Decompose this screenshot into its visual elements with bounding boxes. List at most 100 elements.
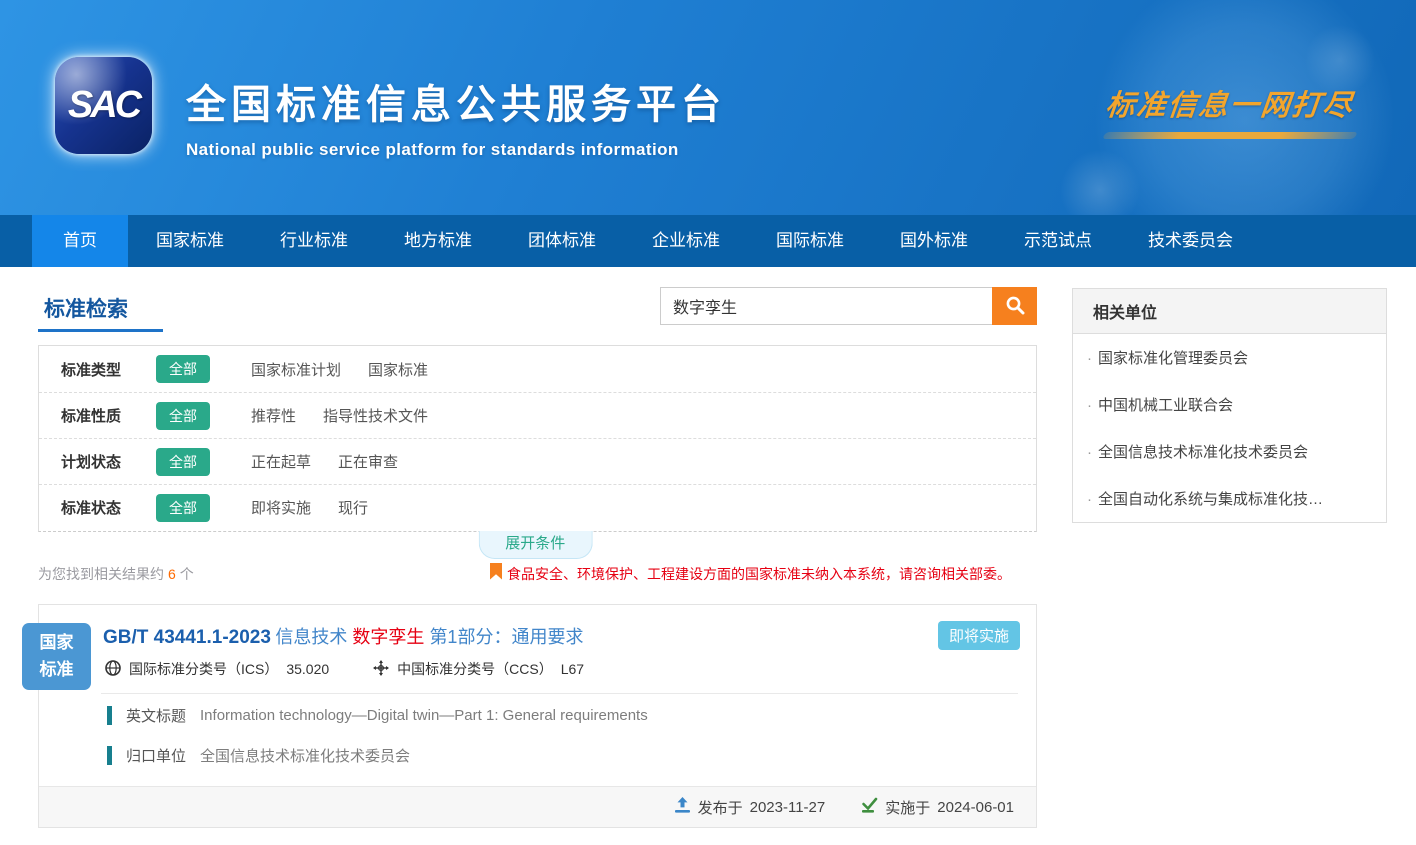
nav-item-industry-standards[interactable]: 行业标准 <box>252 215 376 267</box>
implement-label: 实施于 <box>885 797 930 818</box>
expand-conditions-button[interactable]: 展开条件 <box>478 531 592 559</box>
filter-all-button[interactable]: 全部 <box>156 494 210 522</box>
card-footer: 发布于 2023-11-27 实施于 2024-06-01 <box>39 786 1036 827</box>
search-icon <box>1004 294 1026 319</box>
english-title-row: 英文标题 Information technology—Digital twin… <box>107 705 648 726</box>
nav-item-local-standards[interactable]: 地方标准 <box>376 215 500 267</box>
globe-icon <box>105 660 121 679</box>
filter-all-button[interactable]: 全部 <box>156 355 210 383</box>
ics-label: 国际标准分类号（ICS） <box>129 659 278 679</box>
bookmark-icon <box>490 563 502 585</box>
filter-panel: 标准类型 全部 国家标准计划 国家标准 标准性质 全部 推荐性 指导性技术文件 … <box>38 345 1037 532</box>
header-slogan-block: 标准信息一网打尽 <box>1090 82 1370 139</box>
filter-option[interactable]: 即将实施 <box>251 497 311 518</box>
dept-value: 全国信息技术标准化技术委员会 <box>200 745 410 766</box>
nav-item-technical-committee[interactable]: 技术委员会 <box>1120 215 1261 267</box>
results-line: 为您找到相关结果约6个 食品安全、环境保护、工程建设方面的国家标准未纳入本系统，… <box>38 563 1037 585</box>
filter-row-standard-type: 标准类型 全部 国家标准计划 国家标准 <box>39 346 1036 392</box>
filter-option[interactable]: 国家标准计划 <box>251 359 341 380</box>
sidebar-item-machinery-federation[interactable]: · 中国机械工业联合会 <box>1073 381 1386 428</box>
sidebar-item-label: 全国信息技术标准化技术委员会 <box>1098 444 1308 461</box>
nav-item-national-standards[interactable]: 国家标准 <box>128 215 252 267</box>
implement-date: 2024-06-01 <box>937 799 1014 816</box>
filter-all-button[interactable]: 全部 <box>156 448 210 476</box>
filter-option[interactable]: 正在起草 <box>251 451 311 472</box>
nav-item-pilot[interactable]: 示范试点 <box>996 215 1120 267</box>
item-dot: · <box>1087 444 1092 461</box>
nav-item-international-standards[interactable]: 国际标准 <box>748 215 872 267</box>
attr-bar <box>107 706 112 725</box>
ccs-group: 中国标准分类号（CCS） L67 <box>373 659 584 679</box>
results-count-prefix: 为您找到相关结果约 <box>38 566 164 582</box>
standard-result-card: 国家 标准 GB/T 43441.1-2023 信息技术 数字孪生 第1部分：通… <box>38 604 1037 828</box>
nav-item-foreign-standards[interactable]: 国外标准 <box>872 215 996 267</box>
compass-icon <box>373 660 389 679</box>
main-nav: 首页 国家标准 行业标准 地方标准 团体标准 企业标准 国际标准 国外标准 示范… <box>0 215 1416 267</box>
item-dot: · <box>1087 397 1092 414</box>
filter-option[interactable]: 国家标准 <box>368 359 428 380</box>
badge-line1: 国家 <box>22 630 91 656</box>
implement-date-group: 实施于 2024-06-01 <box>861 797 1014 818</box>
sidebar-item-automation-systems[interactable]: · 全国自动化系统与集成标准化技… <box>1073 475 1386 522</box>
publish-date: 2023-11-27 <box>750 799 826 816</box>
filter-option[interactable]: 指导性技术文件 <box>323 405 428 426</box>
national-standard-badge[interactable]: 国家 标准 <box>22 623 91 690</box>
dept-row: 归口单位 全国信息技术标准化技术委员会 <box>107 745 410 766</box>
badge-line2: 标准 <box>22 657 91 683</box>
slogan-underline <box>1102 132 1358 139</box>
implement-check-icon <box>861 797 878 817</box>
nav-item-enterprise-standards[interactable]: 企业标准 <box>624 215 748 267</box>
filter-option[interactable]: 推荐性 <box>251 405 296 426</box>
notice: 食品安全、环境保护、工程建设方面的国家标准未纳入本系统，请咨询相关部委。 <box>490 563 1011 585</box>
header-slogan: 标准信息一网打尽 <box>1088 82 1372 124</box>
card-meta-row: 国际标准分类号（ICS） 35.020 中国标准分类号（CCS） L67 <box>105 659 584 679</box>
item-dot: · <box>1087 491 1092 508</box>
publish-icon <box>674 797 691 817</box>
search-tab-title[interactable]: 标准检索 <box>44 293 128 323</box>
sidebar-item-label: 中国机械工业联合会 <box>1098 397 1233 414</box>
standard-title-link[interactable]: GB/T 43441.1-2023 信息技术 数字孪生 第1部分：通用要求 <box>103 623 583 649</box>
ics-group: 国际标准分类号（ICS） 35.020 <box>105 659 329 679</box>
nav-item-group-standards[interactable]: 团体标准 <box>500 215 624 267</box>
status-badge: 即将实施 <box>938 621 1020 650</box>
search-input[interactable] <box>660 287 992 325</box>
card-divider <box>101 693 1018 694</box>
results-count: 为您找到相关结果约6个 <box>38 564 194 584</box>
site-header: SAC 全国标准信息公共服务平台 National public service… <box>0 0 1416 215</box>
notice-text: 食品安全、环境保护、工程建设方面的国家标准未纳入本系统，请咨询相关部委。 <box>507 564 1011 584</box>
sidebar-item-sac[interactable]: · 国家标准化管理委员会 <box>1073 334 1386 381</box>
nav-item-home[interactable]: 首页 <box>32 215 128 267</box>
english-title-value: Information technology—Digital twin—Part… <box>200 707 648 724</box>
filter-all-button[interactable]: 全部 <box>156 402 210 430</box>
standard-code[interactable]: GB/T 43441.1-2023 <box>103 627 271 648</box>
site-subtitle: National public service platform for sta… <box>186 140 726 160</box>
sac-logo[interactable]: SAC <box>55 57 152 154</box>
filter-row-plan-status: 计划状态 全部 正在起草 正在审查 <box>39 438 1036 484</box>
filter-option[interactable]: 现行 <box>338 497 368 518</box>
attr-bar <box>107 746 112 765</box>
title-highlight: 数字孪生 <box>352 627 424 647</box>
search-button[interactable] <box>992 287 1037 325</box>
main-content: 标准检索 标准类型 全部 国家标准计划 国家标准 标准性质 <box>0 267 1416 845</box>
results-count-number: 6 <box>164 566 180 582</box>
standard-title[interactable]: 信息技术 数字孪生 第1部分：通用要求 <box>275 627 583 647</box>
search-tab-underline <box>38 329 163 332</box>
item-dot: · <box>1087 350 1092 367</box>
related-units-title: 相关单位 <box>1073 289 1386 334</box>
sidebar-item-it-standardization[interactable]: · 全国信息技术标准化技术委员会 <box>1073 428 1386 475</box>
site-title-block: 全国标准信息公共服务平台 National public service pla… <box>186 72 726 160</box>
sidebar-item-label: 国家标准化管理委员会 <box>1098 350 1248 367</box>
sidebar-item-label: 全国自动化系统与集成标准化技… <box>1098 491 1323 508</box>
filter-label: 计划状态 <box>61 451 156 472</box>
related-units-panel: 相关单位 · 国家标准化管理委员会 · 中国机械工业联合会 · 全国信息技术标准化技术… <box>1072 288 1387 523</box>
english-title-label: 英文标题 <box>126 705 186 726</box>
results-count-suffix: 个 <box>180 566 194 582</box>
title-part1: 信息技术 <box>275 627 347 647</box>
search-box <box>660 287 1037 325</box>
publish-date-group: 发布于 2023-11-27 <box>674 797 826 818</box>
filter-option[interactable]: 正在审查 <box>338 451 398 472</box>
ccs-value: L67 <box>561 661 584 677</box>
filter-label: 标准类型 <box>61 359 156 380</box>
site-title: 全国标准信息公共服务平台 <box>186 72 726 130</box>
filter-label: 标准性质 <box>61 405 156 426</box>
